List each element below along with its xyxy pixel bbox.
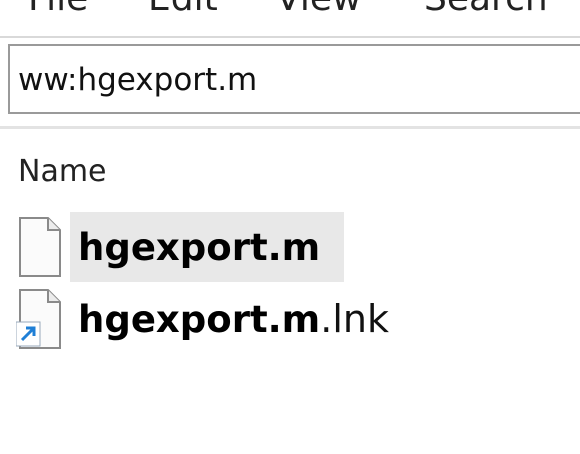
menu-file[interactable]: File: [28, 0, 88, 22]
file-name: hgexport.m.lnk: [78, 296, 389, 341]
list-item[interactable]: hgexport.m: [14, 212, 344, 282]
shortcut-document-icon: [15, 288, 64, 350]
address-input[interactable]: ww:hgexport.m: [18, 60, 257, 100]
address-divider: [0, 126, 580, 129]
menu-view[interactable]: View: [276, 0, 361, 22]
column-header-name[interactable]: Name: [18, 152, 107, 192]
menu-bar: File Edit View Search: [0, 0, 580, 22]
list-item[interactable]: hgexport.m.lnk: [14, 284, 389, 354]
document-icon: [16, 216, 64, 278]
file-name: hgexport.m: [78, 225, 321, 269]
menu-edit[interactable]: Edit: [148, 0, 218, 22]
menu-divider: [0, 36, 580, 38]
menu-search[interactable]: Search: [424, 0, 548, 22]
address-bar[interactable]: ww:hgexport.m: [8, 44, 580, 114]
